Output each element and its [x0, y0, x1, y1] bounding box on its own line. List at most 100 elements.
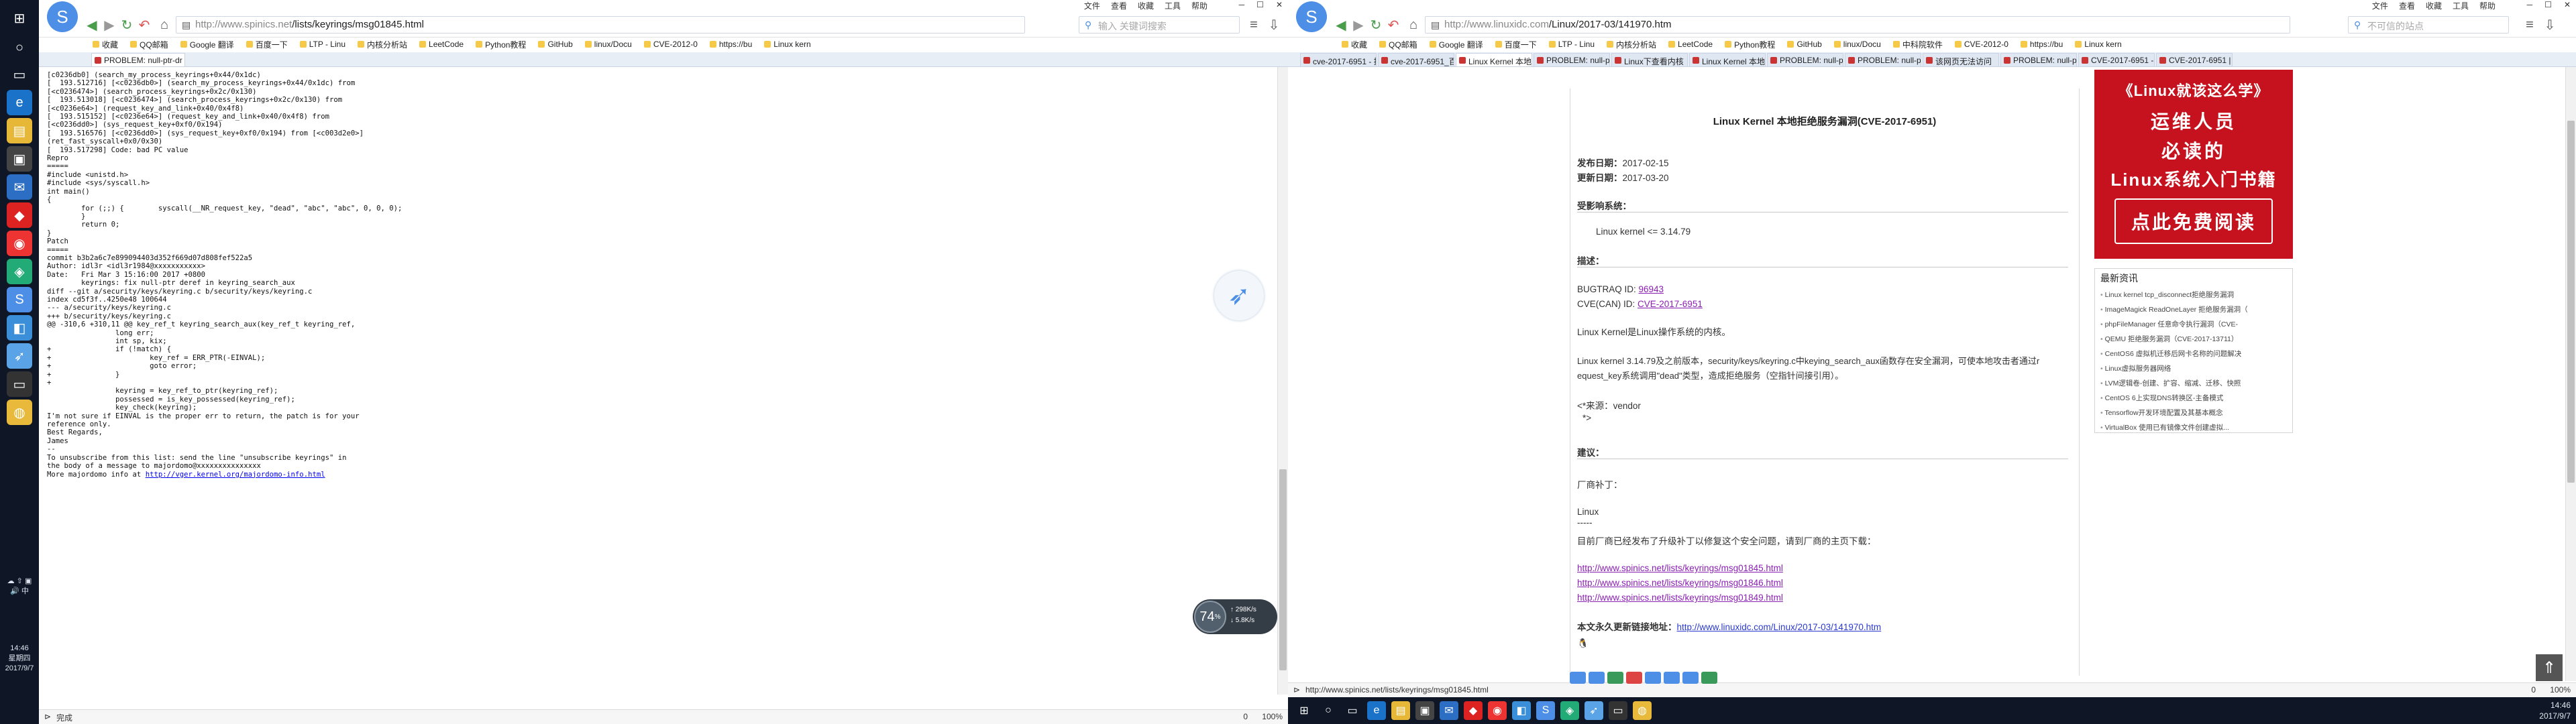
bookmark-item[interactable]: CVE-2012-0: [1954, 40, 2008, 49]
start-icon[interactable]: ⊞: [1295, 701, 1313, 720]
sogou-browser-icon[interactable]: S: [1536, 701, 1555, 720]
bookmark-item[interactable]: 中科院软件: [1892, 39, 1943, 50]
search-icon[interactable]: ○: [7, 35, 32, 60]
patch-link-2[interactable]: http://www.spinics.net/lists/keyrings/ms…: [1577, 578, 1783, 588]
scrollbar-thumb[interactable]: [2567, 121, 2575, 483]
zoom-level[interactable]: 100%: [1262, 712, 1283, 721]
menu-help[interactable]: 帮助: [1191, 0, 1208, 11]
bookmark-item[interactable]: Google 翻译: [1429, 39, 1483, 50]
share-douban-icon[interactable]: [1645, 672, 1661, 684]
share-wechat-icon[interactable]: [1701, 672, 1717, 684]
bookmark-item[interactable]: Linux kern: [2075, 40, 2122, 49]
latest-news-item[interactable]: LVM逻辑卷-创建、扩容、缩减、迁移、快照: [2100, 376, 2290, 391]
browser-tab[interactable]: Linux Kernel 本地打: [1689, 53, 1766, 66]
share-tencent-icon[interactable]: [1607, 672, 1623, 684]
bookmark-item[interactable]: LeetCode: [1668, 40, 1713, 49]
menu-help[interactable]: 帮助: [2479, 0, 2496, 11]
task-view-icon[interactable]: ▭: [7, 62, 32, 87]
app-dark-icon[interactable]: ▭: [1609, 701, 1627, 720]
bookmark-item[interactable]: Google 翻译: [180, 39, 234, 50]
bookmark-item[interactable]: 内核分析站: [1607, 39, 1656, 50]
vertical-scrollbar[interactable]: [1277, 67, 1288, 695]
menu-file[interactable]: 文件: [1084, 0, 1100, 11]
menu-icon[interactable]: ≡: [2522, 17, 2537, 32]
book-ad-banner[interactable]: 《Linux就该这么学》 运维人员 必读的 Linux系统入门书籍 点此免费阅读: [2094, 70, 2293, 259]
home-icon[interactable]: ⌂: [1406, 17, 1421, 32]
latest-news-item[interactable]: Linux kernel tcp_disconnect拒绝服务漏洞: [2100, 288, 2290, 302]
task-view-icon[interactable]: ▭: [1343, 701, 1362, 720]
maximize-icon[interactable]: ☐: [1256, 0, 1264, 9]
bookmark-item[interactable]: linux/Docu: [1833, 40, 1881, 49]
sogou-logo-icon[interactable]: S: [47, 1, 78, 32]
menu-icon[interactable]: ≡: [1246, 17, 1261, 32]
close-icon[interactable]: ✕: [2564, 0, 2571, 9]
bookmark-item[interactable]: linux/Docu: [584, 40, 632, 49]
share-qq-icon[interactable]: [1682, 672, 1699, 684]
menu-file[interactable]: 文件: [2372, 0, 2388, 11]
browser-tab[interactable]: Linux下查看内核: [1611, 53, 1688, 66]
app-green-icon[interactable]: ◈: [7, 259, 32, 284]
browser-tab[interactable]: 该网页无法访问: [1923, 53, 1999, 66]
bookmark-item[interactable]: 百度一下: [246, 39, 288, 50]
taskbar-clock[interactable]: 14:46 2017/9/7: [2539, 700, 2571, 721]
bookmark-item[interactable]: 收藏: [1342, 39, 1367, 50]
bugtraq-link[interactable]: 96943: [1639, 284, 1664, 294]
latest-news-item[interactable]: VirtualBox 使用已有镜像文件创建虚拟...: [2100, 420, 2290, 435]
bookmark-item[interactable]: LeetCode: [419, 40, 464, 49]
app-red-icon[interactable]: ◆: [7, 202, 32, 228]
latest-news-item[interactable]: CentOS6 虚拟机迁移后网卡名称的问题解决: [2100, 347, 2290, 361]
app-blue-icon[interactable]: ◧: [7, 315, 32, 341]
search-icon[interactable]: ○: [1319, 701, 1338, 720]
refresh-icon[interactable]: ↻: [119, 17, 134, 33]
browser-tab[interactable]: PROBLEM: null-ptr: [1767, 53, 1843, 66]
browser-tab[interactable]: CVE-2017-6951 -: [2078, 53, 2155, 66]
free-read-button[interactable]: 点此免费阅读: [2114, 198, 2273, 244]
forward-icon[interactable]: ▶: [1351, 17, 1366, 33]
store-icon[interactable]: ▣: [1415, 701, 1434, 720]
browser-tab[interactable]: CVE-2017-6951 |: [2156, 53, 2233, 66]
latest-news-item[interactable]: Tensorflow开发环境配置及其基本概念: [2100, 406, 2290, 420]
app-weibo-icon[interactable]: ◉: [7, 231, 32, 256]
sogou-logo-icon[interactable]: S: [1296, 1, 1327, 32]
bookmark-item[interactable]: LTP - Linu: [299, 40, 345, 49]
vertical-scrollbar[interactable]: [2565, 67, 2576, 681]
share-renren-icon[interactable]: [1626, 672, 1642, 684]
taskbar-clock[interactable]: 14:46 星期四 2017/9/7: [0, 644, 39, 674]
bookmark-item[interactable]: Linux kern: [764, 40, 811, 49]
zoom-level[interactable]: 100%: [2550, 685, 2571, 695]
browser-tab[interactable]: Linux Kernel 本地打: [1456, 53, 1532, 66]
undo-icon[interactable]: ↶: [1386, 17, 1401, 33]
search-input[interactable]: ⚲ 不可信的站点: [2348, 16, 2509, 34]
edge-icon[interactable]: e: [7, 90, 32, 115]
latest-news-item[interactable]: phpFileManager 任意命令执行漏洞（CVE-: [2100, 317, 2290, 332]
minimize-icon[interactable]: ─: [1239, 0, 1245, 9]
store-icon[interactable]: ▣: [7, 146, 32, 172]
maximize-icon[interactable]: ☐: [2544, 0, 2552, 9]
app-green-icon[interactable]: ◈: [1560, 701, 1579, 720]
sogou-browser-icon[interactable]: S: [7, 287, 32, 312]
back-icon[interactable]: ◀: [1334, 17, 1348, 33]
latest-news-item[interactable]: ImageMagick ReadOneLayer 拒绝服务漏洞（: [2100, 302, 2290, 317]
bookmark-item[interactable]: Python教程: [1725, 39, 1775, 50]
share-kaixin-icon[interactable]: [1664, 672, 1680, 684]
app-bird-icon[interactable]: ➶: [1585, 701, 1603, 720]
menu-tools[interactable]: 工具: [2453, 0, 2469, 11]
app-bird-icon[interactable]: ➶: [7, 343, 32, 369]
bookmark-item[interactable]: 收藏: [93, 39, 118, 50]
bookmark-item[interactable]: 内核分析站: [358, 39, 407, 50]
file-explorer-icon[interactable]: ▤: [7, 118, 32, 143]
bookmark-item[interactable]: LTP - Linu: [1548, 40, 1595, 49]
download-icon[interactable]: ⇩: [1267, 17, 1281, 33]
mail-icon[interactable]: ✉: [1440, 701, 1458, 720]
menu-tools[interactable]: 工具: [1165, 0, 1181, 11]
forward-icon[interactable]: ▶: [102, 17, 117, 33]
menu-view[interactable]: 查看: [2399, 0, 2415, 11]
tab-problem-null-ptr[interactable]: PROBLEM: null-ptr-dr: [91, 53, 185, 66]
search-input[interactable]: ⚲ 输入 关键词搜索: [1079, 16, 1240, 34]
permalink-link[interactable]: http://www.linuxidc.com/Linux/2017-03/14…: [1677, 622, 1882, 632]
file-explorer-icon[interactable]: ▤: [1391, 701, 1410, 720]
bookmark-item[interactable]: https://bu: [2020, 40, 2063, 49]
latest-news-item[interactable]: Linux虚拟服务器网络: [2100, 361, 2290, 376]
bookmark-item[interactable]: GitHub: [1787, 40, 1822, 49]
app-blue-icon[interactable]: ◧: [1512, 701, 1531, 720]
